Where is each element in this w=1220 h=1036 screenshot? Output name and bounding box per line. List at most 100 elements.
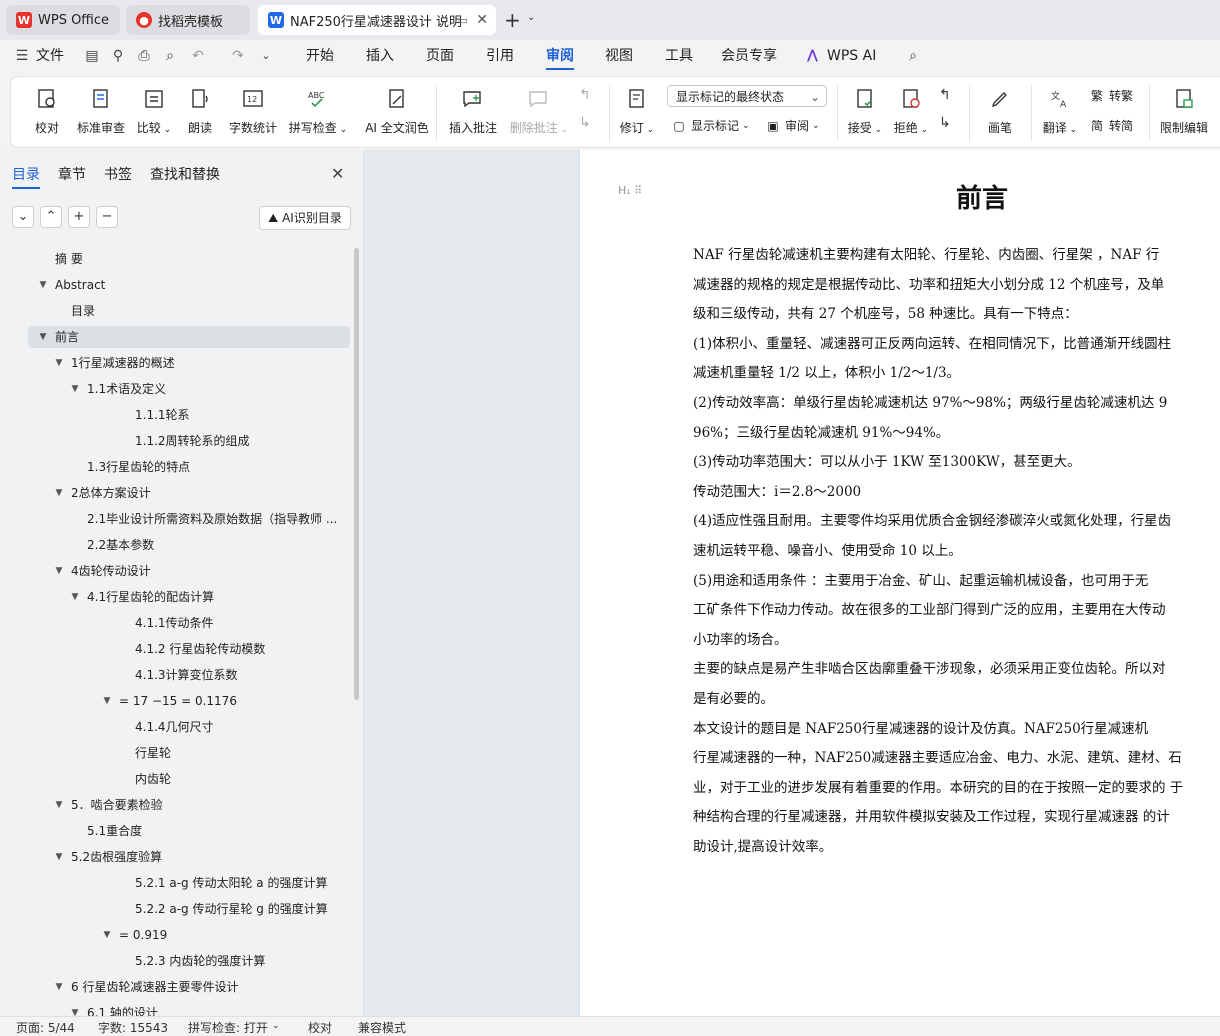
show-markup-button[interactable]: ▢ 显示标记 ⌄ [671, 117, 749, 134]
toc-item[interactable]: 1.3行星齿轮的特点 [87, 456, 350, 478]
heading-handle-icon[interactable]: H₁ ⠿ [618, 184, 642, 197]
next-comment-icon[interactable]: ↳ [579, 115, 591, 131]
menu-file[interactable]: 文件 [36, 40, 64, 72]
menu-tools[interactable]: 工具 [665, 40, 693, 72]
redo-icon[interactable]: ↷ [230, 48, 246, 64]
tab-toc[interactable]: 目录 [12, 164, 40, 189]
menu-member[interactable]: 会员专享 [721, 40, 777, 72]
ai-polish-button[interactable]: AI 全文润色 [357, 85, 437, 136]
spell-check-button[interactable]: ABC 拼写检查 ⌄ [287, 85, 349, 136]
toc-expand-arrow-icon[interactable]: ▼ [102, 690, 112, 712]
toc-item[interactable]: 6 行星齿轮减速器主要零件设计 [71, 976, 350, 998]
translate-button[interactable]: 文A 翻译 ⌄ [1041, 85, 1079, 136]
restrict-editing-button[interactable]: 限制编辑 [1157, 85, 1211, 136]
toc-item[interactable]: 前言 [55, 326, 350, 348]
toc-expand-arrow-icon[interactable]: ▼ [54, 794, 64, 816]
toc-expand-arrow-icon[interactable]: ▼ [54, 482, 64, 504]
compare-button[interactable]: 比较 ⌄ [135, 85, 173, 136]
menu-home[interactable]: 开始 [306, 40, 334, 72]
menu-reference[interactable]: 引用 [486, 40, 514, 72]
toc-scrollbar[interactable] [354, 248, 359, 700]
print-icon[interactable]: ⎙ [136, 48, 152, 64]
toc-item[interactable]: 6.1 轴的设计 [87, 1002, 350, 1016]
add-heading-plus-icon[interactable]: + [68, 206, 90, 228]
toc-item[interactable]: Abstract [55, 274, 350, 296]
toc-expand-arrow-icon[interactable]: ▼ [54, 846, 64, 868]
tab-bookmarks[interactable]: 书签 [104, 164, 132, 184]
toc-item[interactable]: 4.1行星齿轮的配齿计算 [87, 586, 350, 608]
toc-item[interactable]: 4.1.3计算变位系数 [135, 664, 350, 686]
toc-item[interactable]: 5．啮合要素检验 [71, 794, 350, 816]
monitor-icon[interactable]: ▭ [458, 14, 468, 27]
toc-item[interactable]: 4.1.1传动条件 [135, 612, 350, 634]
document-page[interactable]: H₁ ⠿ 前言 NAF 行星齿轮减速机主要构建有太阳轮、行星轮、内齿圈、行星架 … [579, 150, 1220, 1016]
new-tab-plus-icon[interactable]: + [504, 8, 521, 32]
accept-button[interactable]: 接受 ⌄ [847, 85, 883, 136]
to-simplified-button[interactable]: 简 转简 [1089, 117, 1133, 134]
toc-item[interactable]: 目录 [71, 300, 350, 322]
share-icon[interactable]: ⚲ [110, 48, 126, 64]
word-count-button[interactable]: 12 字数统计 [227, 85, 279, 136]
toc-item[interactable]: 5.2.1 a-g 传动太阳轮 a 的强度计算 [135, 872, 350, 894]
toc-item[interactable]: 5.2齿根强度验算 [71, 846, 350, 868]
tab-list-chevron-icon[interactable]: ⌄ [527, 12, 535, 23]
remove-heading-minus-icon[interactable]: − [96, 206, 118, 228]
print-preview-icon[interactable]: ⌕ [162, 48, 178, 64]
tab-wps-office[interactable]: W WPS Office [6, 5, 120, 35]
toc-expand-arrow-icon[interactable]: ▼ [70, 586, 80, 608]
toc-item[interactable]: = 0.919 [119, 924, 350, 946]
toc-item[interactable]: 5.2.3 内齿轮的强度计算 [135, 950, 350, 972]
toc-expand-arrow-icon[interactable]: ▼ [38, 274, 48, 296]
reject-button[interactable]: 拒绝 ⌄ [893, 85, 929, 136]
track-changes-button[interactable]: 修订 ⌄ [619, 85, 655, 136]
tab-sections[interactable]: 章节 [58, 164, 86, 184]
standard-review-button[interactable]: 标准审查 [75, 85, 127, 136]
save-icon[interactable]: ▤ [84, 48, 100, 64]
prev-comment-icon[interactable]: ↰ [579, 87, 591, 103]
word-count-indicator[interactable]: 字数: 15543 [98, 1019, 168, 1036]
markup-display-select[interactable]: 显示标记的最终状态 ⌄ [667, 85, 827, 107]
close-pane-icon[interactable]: ✕ [331, 164, 344, 183]
ai-identify-toc-button[interactable]: ⛰ AI识别目录 [259, 206, 351, 230]
menu-review[interactable]: 审阅 [546, 40, 574, 72]
toc-item[interactable]: 1.1术语及定义 [87, 378, 350, 400]
page-indicator[interactable]: 页面: 5/44 [16, 1019, 75, 1036]
toc-expand-arrow-icon[interactable]: ▼ [70, 1002, 80, 1016]
tab-document[interactable]: W NAF250行星减速器设计 说明 ▭ ✕ [258, 5, 496, 35]
toc-item[interactable]: 2.2基本参数 [87, 534, 350, 556]
undo-icon[interactable]: ↶ [190, 48, 206, 64]
more-chevron-icon[interactable]: ⌄ [258, 48, 274, 64]
toc-expand-arrow-icon[interactable]: ▼ [54, 976, 64, 998]
proofread-status[interactable]: 校对 [308, 1019, 332, 1036]
search-icon[interactable]: ⌕ [905, 48, 921, 64]
toc-item[interactable]: 1行星减速器的概述 [71, 352, 350, 374]
spell-check-status[interactable]: 拼写检查: 打开 [188, 1019, 268, 1036]
read-aloud-button[interactable]: 朗读 [185, 85, 215, 136]
toc-expand-arrow-icon[interactable]: ▼ [54, 560, 64, 582]
chevron-down-icon[interactable]: ⌄ [272, 1021, 280, 1031]
toc-expand-arrow-icon[interactable]: ▼ [54, 352, 64, 374]
menu-page[interactable]: 页面 [426, 40, 454, 72]
toc-item[interactable]: 2.1毕业设计所需资料及原始数据（指导教师 ... [87, 508, 350, 530]
menu-view[interactable]: 视图 [605, 40, 633, 72]
toc-item[interactable]: 内齿轮 [135, 768, 350, 790]
chevron-up-icon[interactable]: ⌃ [40, 206, 62, 228]
toc-item[interactable]: 4齿轮传动设计 [71, 560, 350, 582]
toc-item[interactable]: 5.2.2 a-g 传动行星轮 g 的强度计算 [135, 898, 350, 920]
toc-expand-arrow-icon[interactable]: ▼ [70, 378, 80, 400]
toc-item[interactable]: 2总体方案设计 [71, 482, 350, 504]
delete-comment-button[interactable]: 删除批注 ⌄ [508, 85, 570, 136]
toc-item[interactable]: 1.1.1轮系 [135, 404, 350, 426]
to-traditional-button[interactable]: 繁 转繁 [1089, 87, 1133, 104]
collapse-all-chevron-down-icon[interactable]: ⌄ [12, 206, 34, 228]
tab-docer[interactable]: ● 找稻壳模板 [126, 5, 250, 35]
hamburger-icon[interactable]: ☰ [14, 48, 30, 64]
menu-wps-ai[interactable]: WPS AI [827, 40, 876, 72]
toc-item[interactable]: = 17 −15 = 0.1176 [119, 690, 350, 712]
tab-find-replace[interactable]: 查找和替换 [150, 164, 220, 184]
toc-item[interactable]: 摘 要 [55, 248, 350, 270]
insert-comment-button[interactable]: 插入批注 [448, 85, 498, 136]
toc-expand-arrow-icon[interactable]: ▼ [38, 326, 48, 348]
next-change-icon[interactable]: ↳ [939, 115, 951, 131]
close-icon[interactable]: ✕ [476, 12, 488, 28]
